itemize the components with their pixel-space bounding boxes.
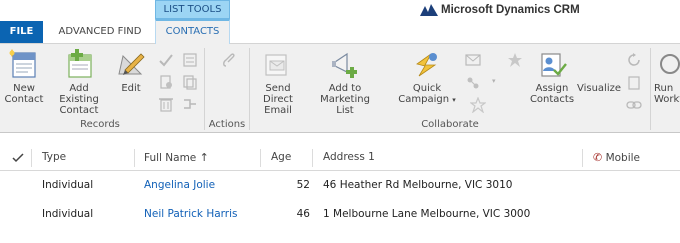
cell-address: 1 Melbourne Lane Melbourne, VIC 3000 — [323, 208, 531, 220]
column-header-age[interactable]: Age — [271, 151, 291, 163]
column-header-type[interactable]: Type — [42, 151, 66, 163]
column-divider — [134, 149, 135, 167]
sort-ascending-icon: ↑ — [199, 151, 209, 164]
link-icon[interactable] — [626, 97, 642, 113]
grid-header: Type Full Name ↑ Age Address 1 ✆ Mobile — [0, 147, 680, 171]
phone-icon: ✆ — [593, 151, 603, 164]
tab-file[interactable]: FILE — [0, 21, 43, 43]
follow-star-icon[interactable] — [507, 52, 523, 68]
collaborate-group-label: Collaborate — [421, 119, 479, 130]
edit-button[interactable]: Edit — [114, 48, 148, 94]
new-contact-label: New Contact — [4, 83, 44, 105]
cell-address: 46 Heather Rd Melbourne, VIC 3010 — [323, 179, 513, 191]
cell-age: 46 — [296, 208, 310, 220]
share-icon[interactable] — [158, 74, 174, 90]
connect-icon[interactable] — [465, 75, 481, 91]
records-group-label: Records — [80, 119, 120, 130]
visualize-button[interactable]: Visualize — [576, 48, 622, 94]
send-direct-email-label: Send Direct Email — [263, 83, 293, 116]
column-divider — [31, 149, 32, 167]
cell-age: 52 — [296, 179, 310, 191]
run-workflow-label: Run Workflow — [654, 83, 680, 105]
tab-strip: FILE ADVANCED FIND LIST TOOLS CONTACTS M… — [0, 0, 680, 44]
add-to-marketing-list-button[interactable]: Add to Marketing List — [314, 48, 376, 116]
cell-type: Individual — [42, 208, 94, 220]
tab-contacts[interactable]: CONTACTS — [155, 19, 230, 44]
email-link-icon[interactable] — [465, 52, 481, 68]
add-existing-icon — [63, 48, 95, 80]
actions-group-label: Actions — [208, 119, 246, 130]
new-contact-button[interactable]: New Contact — [2, 48, 46, 105]
run-workflow-icon — [654, 48, 680, 80]
new-contact-icon — [8, 48, 40, 80]
quick-campaign-button[interactable]: Quick Campaign ▾ — [398, 48, 456, 106]
delete-icon[interactable] — [158, 96, 174, 112]
column-header-mobile[interactable]: ✆ Mobile — [593, 151, 640, 164]
brand-name: Microsoft Dynamics CRM — [441, 4, 580, 16]
deactivate-icon[interactable] — [182, 52, 198, 68]
cell-type: Individual — [42, 179, 94, 191]
visualize-spacer — [583, 48, 615, 80]
send-direct-email-button[interactable]: Send Direct Email — [253, 48, 303, 116]
column-header-address[interactable]: Address 1 — [323, 151, 375, 163]
visualize-label: Visualize — [576, 83, 622, 94]
add-existing-contact-button[interactable]: Add Existing Contact — [48, 48, 110, 116]
connect-dropdown-chevron-icon[interactable]: ▾ — [492, 77, 496, 85]
group-divider — [204, 48, 205, 130]
column-divider — [582, 149, 583, 167]
crm-window: FILE ADVANCED FIND LIST TOOLS CONTACTS M… — [0, 0, 680, 243]
ribbon: New Contact Add Existing Contact Edit Re… — [0, 43, 680, 133]
list-tools-context-label: LIST TOOLS — [155, 0, 230, 19]
copy-icon[interactable] — [182, 74, 198, 90]
add-existing-contact-label: Add Existing Contact — [59, 83, 99, 116]
table-row[interactable]: Individual Neil Patrick Harris 46 1 Melb… — [0, 201, 680, 229]
tab-advanced-find[interactable]: ADVANCED FIND — [52, 21, 148, 43]
table-row[interactable]: Individual Angelina Jolie 52 46 Heather … — [0, 172, 680, 200]
brand-logo: Microsoft Dynamics CRM — [420, 2, 580, 18]
column-divider — [260, 149, 261, 167]
assign-icon — [536, 48, 568, 80]
assign-contacts-label: Assign Contacts — [529, 83, 575, 105]
activate-check-icon[interactable] — [158, 52, 174, 68]
report-icon[interactable] — [626, 75, 642, 91]
column-divider — [312, 149, 313, 167]
add-to-marketing-list-label: Add to Marketing List — [320, 83, 370, 116]
dynamics-logo-icon — [420, 4, 438, 16]
run-workflow-button[interactable]: Run Workflow — [654, 48, 680, 105]
edit-icon — [115, 48, 147, 80]
marketing-list-icon — [329, 48, 361, 80]
group-divider — [249, 48, 250, 130]
edit-label: Edit — [121, 83, 141, 94]
assign-contacts-button[interactable]: Assign Contacts — [526, 48, 578, 105]
column-header-full-name[interactable]: Full Name ↑ — [144, 151, 209, 164]
email-icon — [262, 48, 294, 80]
attach-icon[interactable] — [221, 52, 237, 68]
cell-full-name-link[interactable]: Angelina Jolie — [144, 179, 215, 191]
select-all-check-icon[interactable] — [12, 153, 24, 163]
unfollow-star-icon[interactable] — [470, 97, 486, 113]
merge-icon[interactable] — [182, 96, 198, 112]
group-divider — [650, 48, 651, 130]
quick-campaign-label: Quick Campaign ▾ — [398, 83, 456, 105]
quick-campaign-icon — [411, 48, 443, 80]
cell-full-name-link[interactable]: Neil Patrick Harris — [144, 208, 238, 220]
refresh-icon[interactable] — [626, 52, 642, 68]
